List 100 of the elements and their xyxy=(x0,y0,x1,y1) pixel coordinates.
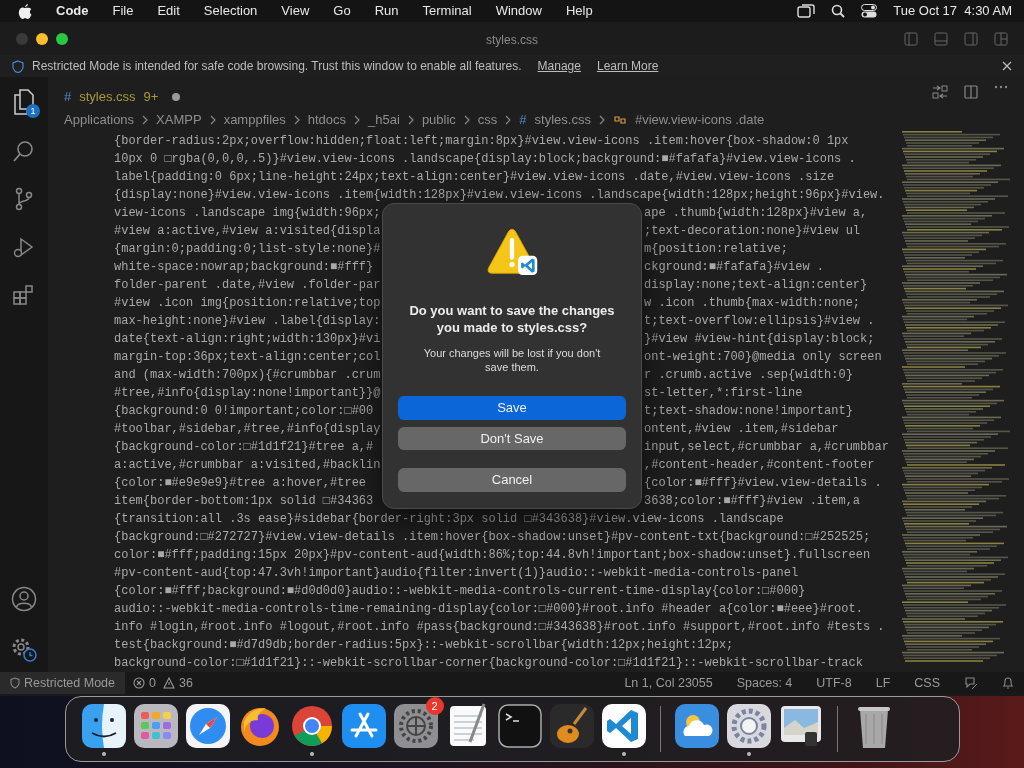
menu-item[interactable]: File xyxy=(112,1,134,21)
breadcrumb-label[interactable]: styles.css xyxy=(534,110,591,130)
menu-item[interactable]: Help xyxy=(565,1,593,21)
code-fragment: date{text-align:right;width:130px}#vi xyxy=(114,331,382,348)
sidebar-toggle-icon[interactable] xyxy=(904,31,918,46)
toggle-icon[interactable] xyxy=(861,4,878,18)
menu-item[interactable]: Terminal xyxy=(422,1,472,21)
code-fragment: t;text-overflow:ellipsis}#view . xyxy=(644,313,875,330)
menu-item[interactable]: Window xyxy=(495,1,542,21)
code-fragment: folder-parent .date,#view .folder-par xyxy=(114,277,382,294)
code-fragment: ;text-decoration:none}#view ul xyxy=(644,223,861,240)
clock: Tue Oct 17 4:30 AM xyxy=(893,2,1012,21)
settings-icon[interactable] xyxy=(10,636,38,662)
menu-item[interactable]: Selection xyxy=(203,1,258,21)
code-fragment: r .crumb.active .sep{width:0} xyxy=(644,367,853,384)
status-item[interactable]: Ln 1, Col 23055 xyxy=(624,673,713,693)
code-fragment: {color:■#e9e9e9}#tree a:hover,#tree xyxy=(114,475,368,492)
breadcrumb-item[interactable]: _h5ai xyxy=(368,110,400,130)
banner-link[interactable]: Manage xyxy=(537,57,581,75)
code-fragment: white-space:nowrap;background:■#fff} xyxy=(114,259,375,276)
editor-tab[interactable]: # styles.css 9+ xyxy=(64,77,181,108)
terminal-icon[interactable] xyxy=(495,702,544,750)
code-fragment: w .icon .thumb{max-width:none; xyxy=(644,295,861,312)
app-store-icon[interactable] xyxy=(339,702,388,750)
minimize-button[interactable] xyxy=(36,32,48,45)
notification-badge: 1 xyxy=(26,104,40,118)
feedback-icon[interactable] xyxy=(964,676,978,690)
account-icon[interactable] xyxy=(11,586,37,612)
code-fragment: {background:0 0!important;color:□#00 xyxy=(114,403,375,420)
problems-indicator[interactable]: 0 36 xyxy=(133,673,193,693)
breadcrumb-item[interactable]: xamppfiles xyxy=(223,110,286,130)
dont-save-button[interactable]: Don't Save xyxy=(398,427,626,451)
restricted-mode-indicator[interactable]: Restricted Mode xyxy=(0,672,125,694)
code-fragment: a:active,#crumbbar a:visited,#backlin xyxy=(114,457,382,474)
chevron-icon xyxy=(354,115,361,125)
dialog-message: Your changes will be lost if you don't save them. xyxy=(422,346,602,375)
save-button[interactable]: Save xyxy=(398,396,626,420)
breadcrumb-item[interactable]: XAMPP xyxy=(156,110,202,130)
window-title: styles.css xyxy=(486,32,538,49)
breadcrumb-label[interactable]: #view.view-icons .date xyxy=(634,110,765,130)
code-fragment: input,select,#crumbbar a,#crumbbar xyxy=(644,439,889,456)
run-debug-icon[interactable] xyxy=(12,235,36,259)
status-item[interactable]: UTF-8 xyxy=(816,673,852,693)
code-fragment: 3638;color:■#fff}#view .item,a xyxy=(644,493,861,510)
code-fragment: t;text-shadow:none!important} xyxy=(644,403,853,420)
code-line: {color:■#fff;background:■#d0d0d0}audio::-webkit-media-controls-current-time-display{color:□#000} xyxy=(114,583,806,600)
problem-count: 9+ xyxy=(143,87,159,106)
panel-toggle-icon[interactable] xyxy=(934,31,948,46)
app-menu[interactable]: Code xyxy=(56,1,89,21)
chevron-icon xyxy=(209,115,216,125)
bell-icon[interactable] xyxy=(1002,676,1014,690)
code-line: label{padding:0 6px;line-height:24px;text-align:center}#view.view-icons .date,#view.view-icons .size xyxy=(114,169,835,186)
cloud-icon[interactable] xyxy=(672,702,721,750)
code-fragment: and (max-width:700px){#crumbbar .crum xyxy=(114,367,382,384)
chevron-icon xyxy=(293,115,300,125)
code-fragment: ckground:■#fafafa}#view . xyxy=(644,259,825,276)
compass-icon[interactable] xyxy=(183,702,232,750)
cancel-button[interactable]: Cancel xyxy=(398,468,626,492)
code-line: color:■#fff;padding:15px 20px}#pv-content-aud{width:86%;top:44.8vh!important;box-shadow:unset}.fullscreen xyxy=(114,547,871,564)
compare-icon[interactable] xyxy=(932,85,948,99)
menu-item[interactable]: Edit xyxy=(157,1,180,21)
shield-icon xyxy=(12,59,24,73)
code-fragment: display:none;text-align:center} xyxy=(644,277,868,294)
code-fragment: {color:■#fff}#view.view-details . xyxy=(644,475,882,492)
code-fragment: {background-color:□#1d1f21}#tree a,# xyxy=(114,439,375,456)
breadcrumb-item[interactable]: public xyxy=(421,110,456,130)
breadcrumb-item[interactable]: htdocs xyxy=(307,110,347,130)
split-editor-icon[interactable] xyxy=(964,85,978,99)
code-fragment: ontent,#view .item,#sidebar xyxy=(644,421,839,438)
extensions-icon[interactable] xyxy=(12,283,36,307)
breadcrumb-item[interactable]: css xyxy=(477,110,498,130)
chevron-icon xyxy=(407,115,414,125)
window-icon[interactable] xyxy=(797,4,816,18)
symbol-icon xyxy=(612,114,627,126)
code-fragment: view-icons .landscape img{width:96px; xyxy=(114,205,382,222)
status-item[interactable]: CSS xyxy=(914,673,940,693)
dialog-title: Do you want to save the changes you made to styles.css? xyxy=(408,302,616,337)
zoom-button[interactable] xyxy=(56,32,68,45)
guitar-icon[interactable] xyxy=(547,702,596,750)
search-icon[interactable] xyxy=(831,4,846,18)
close-icon[interactable] xyxy=(1002,61,1012,71)
menu-item[interactable]: View xyxy=(281,1,310,21)
code-fragment: ont-weight:700}@media only screen xyxy=(644,349,882,366)
apple-icon[interactable] xyxy=(18,3,32,19)
code-editor-icon[interactable] xyxy=(599,702,648,750)
finder-icon[interactable] xyxy=(79,702,128,750)
launchpad-icon[interactable] xyxy=(131,702,180,750)
gear-icon[interactable] xyxy=(724,702,773,750)
menu-item[interactable]: Go xyxy=(333,1,351,21)
code-fragment: {margin:0;padding:0;list-style:none}# xyxy=(114,241,382,258)
code-fragment: margin-top:36px;text-align:center;col xyxy=(114,349,382,366)
code-fragment: #view .icon img{position:relative;top xyxy=(114,295,382,312)
more-icon[interactable] xyxy=(994,85,1008,89)
code-fragment: }#view #view-hint{display:block; xyxy=(644,331,875,348)
breadcrumb-item[interactable]: Applications xyxy=(64,110,135,130)
status-item[interactable]: LF xyxy=(875,673,891,693)
banner-link[interactable]: Learn More xyxy=(596,57,659,75)
code-fragment: item{border-bottom:1px solid □#34363 xyxy=(114,493,375,510)
status-item[interactable]: Spaces: 4 xyxy=(736,673,793,693)
menu-item[interactable]: Run xyxy=(374,1,399,21)
